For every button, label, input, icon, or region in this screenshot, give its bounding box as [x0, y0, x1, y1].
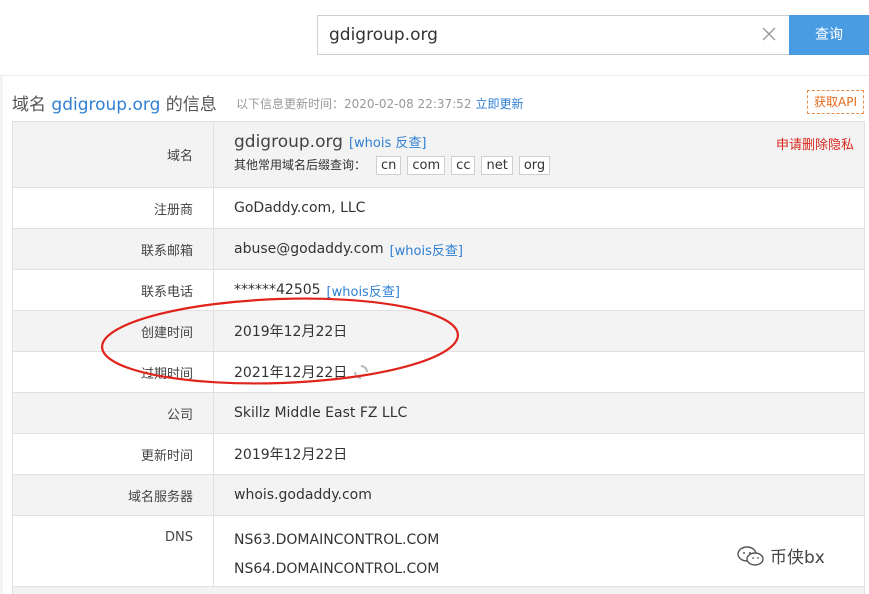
- row-label: DNS: [13, 516, 214, 586]
- row-value: Skillz Middle East FZ LLC: [234, 405, 408, 421]
- table-row-whois-server: 域名服务器 whois.godaddy.com: [13, 475, 864, 516]
- update-info: 以下信息更新时间：2020-02-08 22:37:52 立即更新: [236, 95, 523, 112]
- table-row-company: 公司 Skillz Middle East FZ LLC: [13, 393, 864, 434]
- row-value: GoDaddy.com, LLC: [234, 200, 366, 216]
- refresh-icon[interactable]: [353, 364, 369, 380]
- title-suffix: 的信息: [165, 95, 217, 115]
- wechat-watermark: 币侠bx: [736, 543, 825, 568]
- row-label: 公司: [13, 393, 214, 433]
- update-now-link[interactable]: 立即更新: [475, 97, 523, 111]
- search-button[interactable]: 查询: [789, 15, 869, 55]
- row-label: 创建时间: [13, 311, 214, 351]
- row-value: 2019年12月22日: [234, 324, 348, 340]
- suffix-org[interactable]: org: [518, 156, 551, 175]
- title-domain[interactable]: gdigroup.org: [51, 95, 160, 115]
- suffix-cn[interactable]: cn: [376, 156, 402, 175]
- left-edge: [0, 76, 3, 594]
- table-row-domain: 域名 gdigroup.org [whois 反查] 其他常用域名后缀查询： cn c…: [13, 122, 864, 188]
- table-row-registrar: 注册商 GoDaddy.com, LLC: [13, 188, 864, 229]
- row-label: 联系邮箱: [13, 229, 214, 269]
- table-row-expires: 过期时间 2021年12月22日: [13, 352, 864, 393]
- row-label: 更新时间: [13, 434, 214, 474]
- row-label: 域名: [13, 122, 214, 187]
- watermark-text: 币侠bx: [770, 548, 825, 568]
- row-label: 注册商: [13, 188, 214, 228]
- suffix-cc[interactable]: cc: [451, 156, 476, 175]
- row-value: gdigroup.org [whois 反查] 其他常用域名后缀查询： cn com c…: [214, 122, 864, 187]
- privacy-removal-link[interactable]: 申请删除隐私: [776, 134, 854, 153]
- suffix-com[interactable]: com: [407, 156, 446, 175]
- email-whois-link[interactable]: [whois反查]: [390, 240, 463, 259]
- update-time-text: 以下信息更新时间：2020-02-08 22:37:52: [236, 97, 472, 111]
- phone-whois-link[interactable]: [whois反查]: [327, 281, 400, 300]
- table-row-created: 创建时间 2019年12月22日: [13, 311, 864, 352]
- table-row-partial: [13, 587, 864, 594]
- top-search-bar: 查询: [0, 0, 869, 76]
- info-header: 域名 gdigroup.org 的信息 以下信息更新时间：2020-02-08 …: [12, 88, 867, 118]
- expires-value: 2021年12月22日: [234, 365, 348, 381]
- title-prefix: 域名: [12, 95, 46, 115]
- row-value: 2021年12月22日: [214, 352, 864, 392]
- clear-icon[interactable]: [761, 26, 777, 42]
- suffix-net[interactable]: net: [481, 156, 513, 175]
- row-label: 过期时间: [13, 352, 214, 392]
- search-input[interactable]: [318, 16, 758, 54]
- table-row-email: 联系邮箱 abuse@godaddy.com [whois反查]: [13, 229, 864, 270]
- row-value: 2019年12月22日: [234, 447, 348, 463]
- table-row-phone: 联系电话 ******42505 [whois反查]: [13, 270, 864, 311]
- get-api-button[interactable]: 获取API: [807, 90, 864, 114]
- row-label: 域名服务器: [13, 475, 214, 515]
- domain-name: gdigroup.org: [234, 132, 343, 152]
- whois-reverse-link[interactable]: [whois 反查]: [349, 136, 427, 151]
- table-row-updated: 更新时间 2019年12月22日: [13, 434, 864, 475]
- wechat-icon: [737, 545, 764, 566]
- row-label: 联系电话: [13, 270, 214, 310]
- row-value: abuse@godaddy.com [whois反查]: [214, 229, 864, 269]
- row-value: whois.godaddy.com: [234, 487, 372, 503]
- suffix-label: 其他常用域名后缀查询：: [234, 158, 367, 172]
- email-value: abuse@godaddy.com: [234, 241, 384, 257]
- whois-table: 域名 gdigroup.org [whois 反查] 其他常用域名后缀查询： cn c…: [12, 121, 865, 594]
- suffix-list: 其他常用域名后缀查询： cn com cc net org: [234, 156, 864, 175]
- page-title: 域名 gdigroup.org 的信息: [12, 90, 217, 115]
- phone-value: ******42505: [234, 282, 321, 298]
- row-value: ******42505 [whois反查]: [214, 270, 864, 310]
- search-box: [317, 15, 789, 55]
